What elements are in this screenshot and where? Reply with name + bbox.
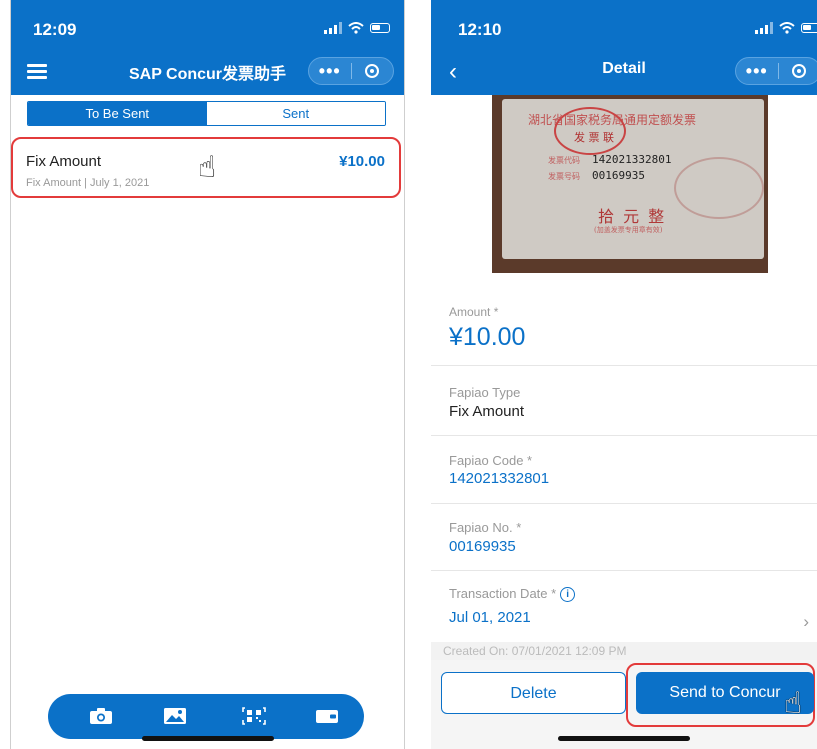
status-icons bbox=[324, 22, 390, 34]
receipt-paper: 湖北省国家税务局通用定额发票 发 票 联 发票代码 142021332801 发… bbox=[502, 99, 764, 259]
fapiao-number-field[interactable]: Fapiao No. * 00169935 bbox=[431, 504, 817, 571]
receipt-stamp-text: 发 票 联 bbox=[574, 131, 614, 144]
pointer-hand-icon: ☝ bbox=[198, 151, 217, 184]
pointer-hand-icon: ☝ bbox=[784, 687, 803, 720]
receipt-code: 142021332801 bbox=[592, 153, 672, 166]
receipt-number: 00169935 bbox=[592, 169, 645, 182]
home-indicator bbox=[141, 736, 274, 741]
tab-to-be-sent[interactable]: To Be Sent bbox=[28, 102, 207, 125]
battery-icon bbox=[370, 23, 390, 33]
created-on-text: Created On: 07/01/2021 12:09 PM bbox=[431, 642, 817, 660]
transaction-date-label-text: Transaction Date * bbox=[449, 586, 557, 601]
fapiao-code-label: Fapiao Code * bbox=[449, 453, 533, 468]
fapiao-type-value: Fix Amount bbox=[449, 403, 525, 420]
bottom-toolbar bbox=[48, 694, 364, 739]
more-options-icon[interactable]: ••• bbox=[736, 61, 778, 81]
invoice-amount: ¥10.00 bbox=[339, 153, 385, 170]
wifi-icon bbox=[348, 22, 364, 34]
signal-icon bbox=[755, 22, 773, 34]
header-bar: 12:09 SAP Concur发票助手 ••• bbox=[11, 0, 404, 95]
miniprogram-capsule: ••• bbox=[308, 57, 394, 85]
delete-button[interactable]: Delete bbox=[441, 672, 626, 714]
fapiao-number-label: Fapiao No. * bbox=[449, 520, 522, 535]
amount-label: Amount * bbox=[449, 305, 499, 319]
card-icon[interactable] bbox=[315, 707, 339, 725]
info-icon[interactable]: i bbox=[560, 587, 576, 602]
fapiao-photo[interactable]: 湖北省国家税务局通用定额发票 发 票 联 发票代码 142021332801 发… bbox=[492, 95, 768, 273]
stamp-mark bbox=[674, 157, 764, 219]
receipt-note: (加盖发票专用章有效) bbox=[594, 226, 663, 234]
receipt-code-label: 发票代码 bbox=[548, 156, 580, 165]
fapiao-number-value[interactable]: 00169935 bbox=[449, 538, 516, 555]
camera-icon[interactable] bbox=[89, 707, 113, 725]
tab-sent[interactable]: Sent bbox=[206, 102, 385, 125]
battery-icon bbox=[801, 23, 817, 33]
tab-switcher: To Be Sent Sent bbox=[27, 101, 386, 126]
more-options-icon[interactable]: ••• bbox=[309, 61, 351, 81]
list-screen: 12:09 SAP Concur发票助手 ••• To Be Sent Sent bbox=[10, 0, 405, 749]
header-bar: 12:10 ‹ Detail ••• bbox=[431, 0, 817, 95]
invoice-title: Fix Amount bbox=[26, 153, 102, 170]
home-indicator bbox=[558, 736, 690, 741]
wifi-icon bbox=[779, 22, 795, 34]
qr-scan-icon[interactable] bbox=[242, 707, 266, 725]
fapiao-type-field: Fapiao Type Fix Amount bbox=[431, 366, 817, 436]
status-icons bbox=[755, 22, 817, 34]
close-miniprogram-icon[interactable] bbox=[778, 64, 817, 78]
receipt-amount-text: 拾 元 整 bbox=[598, 207, 667, 226]
miniprogram-capsule: ••• bbox=[735, 57, 817, 85]
transaction-date-value[interactable]: Jul 01, 2021 bbox=[449, 609, 531, 626]
image-icon[interactable] bbox=[163, 707, 187, 725]
invoice-subtitle: Fix Amount | July 1, 2021 bbox=[26, 177, 150, 189]
fapiao-code-value[interactable]: 142021332801 bbox=[449, 470, 549, 487]
amount-field: Amount * ¥10.00 bbox=[431, 295, 817, 366]
status-time: 12:10 bbox=[458, 20, 502, 39]
chevron-right-icon[interactable]: › bbox=[803, 612, 809, 632]
detail-screen: 12:10 ‹ Detail ••• 湖北省国家税务局通用定额发票 发 票 联 … bbox=[431, 0, 817, 749]
fapiao-code-field[interactable]: Fapiao Code * 142021332801 bbox=[431, 436, 817, 504]
signal-icon bbox=[324, 22, 342, 34]
transaction-date-label: Transaction Date * i bbox=[449, 586, 576, 602]
transaction-date-field[interactable]: Transaction Date * i Jul 01, 2021 bbox=[431, 571, 817, 642]
close-miniprogram-icon[interactable] bbox=[351, 64, 393, 78]
fapiao-type-label: Fapiao Type bbox=[449, 385, 521, 400]
status-time: 12:09 bbox=[33, 20, 77, 39]
receipt-number-label: 发票号码 bbox=[548, 172, 580, 181]
amount-value: ¥10.00 bbox=[449, 323, 526, 351]
